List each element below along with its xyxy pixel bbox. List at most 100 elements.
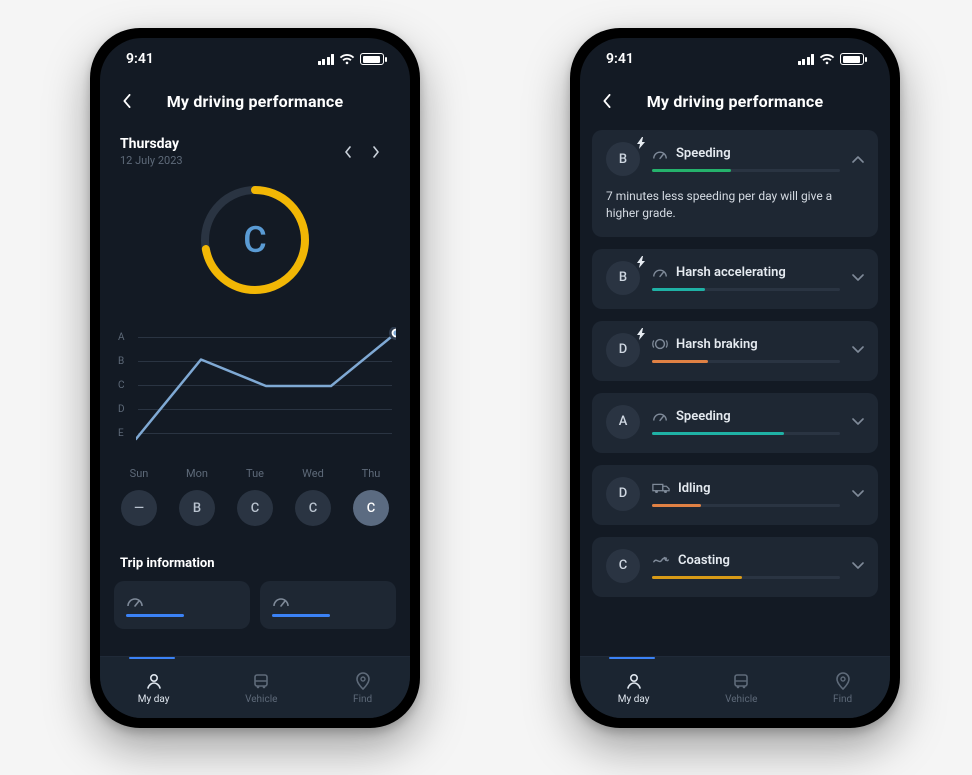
- status-time: 9:41: [606, 51, 634, 67]
- bolt-icon: [636, 137, 646, 149]
- app-header: My driving performance: [100, 80, 410, 122]
- week-day-grade: C: [353, 490, 389, 526]
- metric-label: Harsh accelerating: [676, 265, 786, 280]
- tab-label: Find: [353, 694, 372, 705]
- metric-bar: [652, 432, 840, 435]
- cellular-icon: [798, 54, 815, 65]
- week-day-selector: Sun —Mon BTue CWed CThu C: [112, 467, 398, 536]
- tab-bar: My day Vehicle Find: [580, 656, 890, 718]
- tab-label: My day: [138, 694, 170, 705]
- week-day-label: Sun: [112, 467, 166, 480]
- week-day-grade: C: [237, 490, 273, 526]
- wifi-icon: [339, 53, 355, 65]
- metric-card-idling[interactable]: D Idling: [592, 465, 878, 525]
- screen-right: 9:41 My driving performance: [580, 38, 890, 718]
- metric-bar: [652, 360, 840, 363]
- page-title: My driving performance: [626, 92, 844, 111]
- metric-card-harsh-braking[interactable]: D Harsh braking: [592, 321, 878, 381]
- app-header: My driving performance: [580, 80, 890, 122]
- grade-axis-label: B: [118, 356, 130, 367]
- week-day-mon[interactable]: Mon B: [170, 467, 224, 526]
- back-button[interactable]: [116, 94, 138, 108]
- overall-grade-ring: C: [112, 171, 398, 321]
- chevron-up-icon: [852, 155, 864, 163]
- week-day-label: Thu: [344, 467, 398, 480]
- brake-icon: [652, 337, 668, 351]
- tab-label: My day: [618, 694, 650, 705]
- metric-grade-badge: B: [606, 142, 640, 176]
- tab-find[interactable]: Find: [353, 671, 372, 705]
- phone-frame-right: 9:41 My driving performance: [570, 28, 900, 728]
- tab-label: Find: [833, 694, 852, 705]
- tab-myday[interactable]: My day: [138, 671, 170, 705]
- metric-label: Speeding: [676, 146, 731, 161]
- metric-grade-badge: C: [606, 549, 640, 583]
- metric-card-speeding[interactable]: A Speeding: [592, 393, 878, 453]
- bus-icon: [252, 671, 270, 691]
- week-day-label: Wed: [286, 467, 340, 480]
- week-day-thu[interactable]: Thu C: [344, 467, 398, 526]
- status-time: 9:41: [126, 51, 154, 67]
- metric-card-coasting[interactable]: C Coasting: [592, 537, 878, 597]
- tab-label: Vehicle: [725, 694, 757, 705]
- metric-list: B Speeding 7 minutes less speeding per d…: [592, 122, 878, 597]
- cellular-icon: [318, 54, 335, 65]
- week-day-grade: —: [121, 490, 157, 526]
- trip-card[interactable]: [114, 581, 250, 629]
- battery-icon: [840, 53, 864, 65]
- tab-vehicle[interactable]: Vehicle: [725, 671, 757, 705]
- metric-card-speeding[interactable]: B Speeding 7 minutes less speeding per d…: [592, 130, 878, 237]
- gauge-icon: [652, 409, 668, 423]
- back-button[interactable]: [596, 94, 618, 108]
- bolt-icon: [636, 328, 646, 340]
- metric-grade-badge: D: [606, 477, 640, 511]
- tab-bar: My day Vehicle Find: [100, 656, 410, 718]
- status-bar: 9:41: [100, 38, 410, 80]
- bolt-icon: [636, 256, 646, 268]
- grade-axis-label: A: [118, 332, 130, 343]
- gauge-icon: [652, 147, 668, 161]
- metric-bar: [652, 288, 840, 291]
- chevron-down-icon: [852, 346, 864, 354]
- chevron-down-icon: [852, 274, 864, 282]
- page-title: My driving performance: [146, 92, 364, 111]
- trip-cards: [112, 581, 398, 629]
- status-bar: 9:41: [580, 38, 890, 80]
- status-icons: [798, 53, 865, 65]
- overall-grade-letter: C: [196, 181, 314, 299]
- bus-icon: [732, 671, 750, 691]
- tab-vehicle[interactable]: Vehicle: [245, 671, 277, 705]
- wifi-icon: [819, 53, 835, 65]
- truck-icon: [652, 482, 670, 494]
- gauge-icon: [272, 594, 384, 608]
- date-navigator: Thursday 12 July 2023: [112, 122, 398, 171]
- metric-grade-badge: D: [606, 333, 640, 367]
- week-day-wed[interactable]: Wed C: [286, 467, 340, 526]
- week-day-label: Mon: [170, 467, 224, 480]
- trip-card[interactable]: [260, 581, 396, 629]
- week-day-tue[interactable]: Tue C: [228, 467, 282, 526]
- weekly-grade-chart: ABCDE: [112, 321, 398, 445]
- chevron-down-icon: [852, 490, 864, 498]
- metric-detail-text: 7 minutes less speeding per day will giv…: [606, 188, 864, 223]
- metric-grade-badge: B: [606, 261, 640, 295]
- metric-label: Idling: [678, 481, 710, 496]
- metric-card-harsh-accelerating[interactable]: B Harsh accelerating: [592, 249, 878, 309]
- status-icons: [318, 53, 385, 65]
- pin-icon: [355, 671, 371, 691]
- chevron-down-icon: [852, 562, 864, 570]
- prev-day-button[interactable]: [334, 138, 362, 166]
- tab-myday[interactable]: My day: [618, 671, 650, 705]
- selected-day-date: 12 July 2023: [120, 154, 334, 167]
- metric-bar: [652, 504, 840, 507]
- pin-icon: [835, 671, 851, 691]
- grade-axis-label: D: [118, 404, 130, 415]
- selected-day-name: Thursday: [120, 136, 334, 152]
- week-day-sun[interactable]: Sun —: [112, 467, 166, 526]
- coast-icon: [652, 555, 670, 565]
- metric-grade-badge: A: [606, 405, 640, 439]
- battery-icon: [360, 53, 384, 65]
- gauge-icon: [652, 265, 668, 279]
- tab-find[interactable]: Find: [833, 671, 852, 705]
- next-day-button[interactable]: [362, 138, 390, 166]
